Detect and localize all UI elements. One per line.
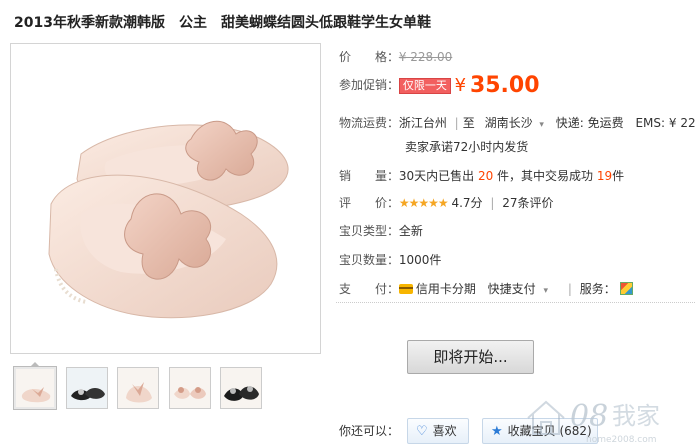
rating-score: 4.7分 — [451, 196, 483, 210]
sales-row: 销 量： 30天内已售出 20 件，其中交易成功 19件 — [339, 167, 624, 184]
type-label: 宝贝类型： — [339, 224, 400, 238]
original-price: ¥ 228.00 — [398, 50, 453, 64]
sales-text-a: 30天内已售出 — [398, 169, 475, 183]
collect-button[interactable]: ★ 收藏宝贝 (682) — [482, 418, 598, 444]
actions-label: 你还可以： — [339, 424, 400, 438]
stock-value: 1000件 — [398, 253, 442, 267]
shipping-from[interactable]: 浙江台州 — [399, 116, 447, 130]
price-row: 价 格： ¥ 228.00 — [339, 48, 452, 65]
rating-stars-icon: ★★★★★ — [398, 196, 449, 210]
sold-count: 20 — [477, 169, 494, 183]
payment-row: 支 付： 信用卡分期 快捷支付 ▾ | 服务： — [339, 280, 633, 297]
rating-row: 评 价： ★★★★★ 4.7分 | 27条评价 — [339, 194, 554, 211]
stock-row: 宝贝数量： 1000件 — [339, 251, 441, 268]
thumbnail-3[interactable] — [117, 367, 159, 409]
product-title: 2013年秋季新款潮韩版 公主 甜美蝴蝶结圆头低跟鞋学生女单鞋 — [14, 15, 431, 31]
shipping-separator: | — [454, 116, 459, 130]
type-row: 宝贝类型： 全新 — [339, 222, 423, 239]
promo-tag: 仅限一天 — [398, 78, 451, 94]
like-button[interactable]: ♡ 喜欢 — [407, 418, 469, 444]
sales-text-b: 件，其中交易成功 — [497, 169, 594, 183]
thumbnail-5[interactable] — [220, 367, 262, 409]
payment-label: 支 付： — [339, 282, 400, 296]
quickpay-option[interactable]: 快捷支付 — [488, 282, 536, 296]
thumbnail-1[interactable] — [13, 366, 57, 410]
express-fee: 快递: 免运费 — [555, 116, 624, 130]
shipping-destination[interactable]: 湖南长沙 — [485, 116, 533, 130]
shipping-row: 物流运费： 浙江台州 |至 湖南长沙 ▾ 快递: 免运费 EMS: ¥ 22.0 — [339, 114, 695, 131]
payment-dropdown-icon[interactable]: ▾ — [544, 286, 549, 296]
rating-label: 评 价： — [339, 196, 400, 210]
reviews-link[interactable]: 27条评价 — [502, 196, 553, 210]
shipping-note: 卖家承诺72小时内发货 — [405, 140, 529, 154]
credit-card-icon — [398, 284, 413, 294]
promo-label: 参加促销： — [339, 78, 400, 92]
sales-text-c: 件 — [612, 169, 625, 183]
coming-soon-button[interactable]: 即将开始... — [407, 340, 534, 374]
rating-separator: | — [490, 196, 495, 210]
thumbnail-2[interactable] — [66, 367, 108, 409]
type-value: 全新 — [398, 224, 423, 238]
destination-dropdown-icon[interactable]: ▾ — [539, 120, 544, 130]
stock-label: 宝贝数量： — [339, 253, 400, 267]
thumbnail-4[interactable] — [169, 367, 211, 409]
star-icon: ★ — [491, 424, 503, 439]
svg-text:我家: 我家 — [612, 402, 660, 430]
info-divider — [336, 302, 695, 303]
shipping-to-prefix: 至 — [462, 116, 475, 130]
promo-row: 参加促销： 仅限一天 ¥ 35.00 — [339, 73, 540, 98]
collect-label: 收藏宝贝 (682) — [507, 424, 592, 438]
promo-currency: ¥ — [454, 75, 467, 96]
main-product-image[interactable] — [10, 43, 321, 354]
heart-icon: ♡ — [416, 424, 428, 439]
success-count: 19 — [596, 169, 613, 183]
shoes-illustration — [48, 120, 289, 319]
price-label: 价 格： — [339, 50, 400, 64]
payment-separator: | — [567, 282, 572, 296]
sales-label: 销 量： — [339, 169, 400, 183]
service-label: 服务： — [579, 282, 616, 296]
promo-price: 35.00 — [469, 73, 540, 98]
shipping-label: 物流运费： — [339, 116, 400, 130]
like-label: 喜欢 — [432, 424, 457, 438]
ems-fee: EMS: ¥ 22.0 — [635, 116, 695, 130]
installment-option[interactable]: 信用卡分期 — [416, 282, 476, 296]
service-guarantee-icon[interactable] — [619, 282, 633, 295]
